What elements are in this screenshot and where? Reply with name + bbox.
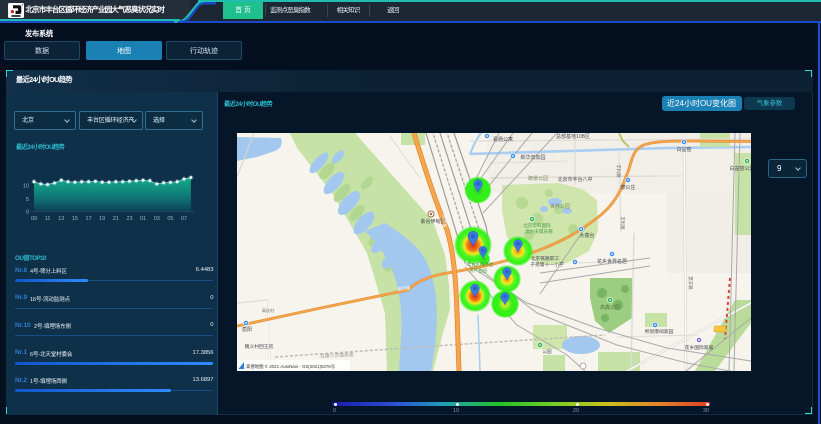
- svg-text:北京市丰台八中: 北京市丰台八中: [557, 176, 592, 183]
- svg-text:总部基地10B区: 总部基地10B区: [556, 133, 590, 140]
- svg-text:高鑫公园: 高鑫公园: [600, 304, 620, 311]
- svg-text:济产业园: 济产业园: [469, 267, 487, 274]
- svg-text:熙倪康阔家园: 熙倪康阔家园: [645, 328, 674, 335]
- svg-text:盾阳: 盾阳: [242, 326, 252, 333]
- svg-text:世界公园: 世界公园: [550, 203, 570, 210]
- svg-text:御景公园: 御景公园: [528, 175, 548, 182]
- svg-text:13: 13: [58, 216, 64, 222]
- svg-text:北京铁路职工: 北京铁路职工: [531, 255, 560, 262]
- svg-text:07: 07: [181, 216, 187, 222]
- svg-text:09: 09: [31, 216, 37, 222]
- svg-text:攀公庄: 攀公庄: [620, 184, 635, 191]
- svg-text:白盆窑: 白盆窑: [676, 146, 691, 153]
- svg-text:01: 01: [140, 216, 146, 222]
- svg-text:11: 11: [45, 216, 51, 222]
- svg-text:15: 15: [72, 216, 78, 222]
- svg-text:花乡世界名居: 花乡世界名居: [597, 258, 627, 265]
- svg-text:19: 19: [99, 216, 105, 222]
- svg-text:5: 5: [26, 197, 29, 203]
- svg-text:23: 23: [126, 216, 132, 222]
- svg-text:10: 10: [23, 184, 29, 190]
- svg-text:17: 17: [86, 216, 92, 222]
- svg-text:看杨公寓: 看杨公寓: [493, 136, 513, 143]
- svg-text:魏义村回王房: 魏义村回王房: [245, 343, 274, 350]
- svg-text:03: 03: [154, 216, 160, 222]
- svg-text:21: 21: [113, 216, 119, 222]
- svg-text:紫谷伊甸园: 紫谷伊甸园: [420, 218, 445, 225]
- svg-text:花乡国际家居: 花乡国际家居: [685, 344, 714, 351]
- svg-text:北京华科国际: 北京华科国际: [523, 222, 551, 229]
- svg-text:新华双加园: 新华双加园: [520, 154, 545, 161]
- svg-text:05: 05: [167, 216, 173, 222]
- svg-text:高尔夫俱乐部: 高尔夫俱乐部: [525, 228, 553, 235]
- svg-text:丰利路: 丰利路: [619, 216, 626, 230]
- svg-text:樊羊路: 樊羊路: [687, 276, 694, 290]
- svg-text:0: 0: [26, 210, 29, 216]
- svg-text:子弟第十一小学: 子弟第十一小学: [530, 261, 564, 268]
- svg-text:大葆台: 大葆台: [579, 232, 594, 239]
- svg-text:丰台区循环经: 丰台区循环经: [467, 261, 494, 268]
- svg-text:高德地图 © 2021 AutoNavi - GS(2021: 高德地图 © 2021 AutoNavi - GS(2021)6375号: [246, 363, 336, 370]
- svg-text:白盆窑公园: 白盆窑公园: [729, 165, 751, 172]
- svg-text:丰科路: 丰科路: [615, 164, 622, 178]
- svg-text:高佳村: 高佳村: [262, 307, 275, 314]
